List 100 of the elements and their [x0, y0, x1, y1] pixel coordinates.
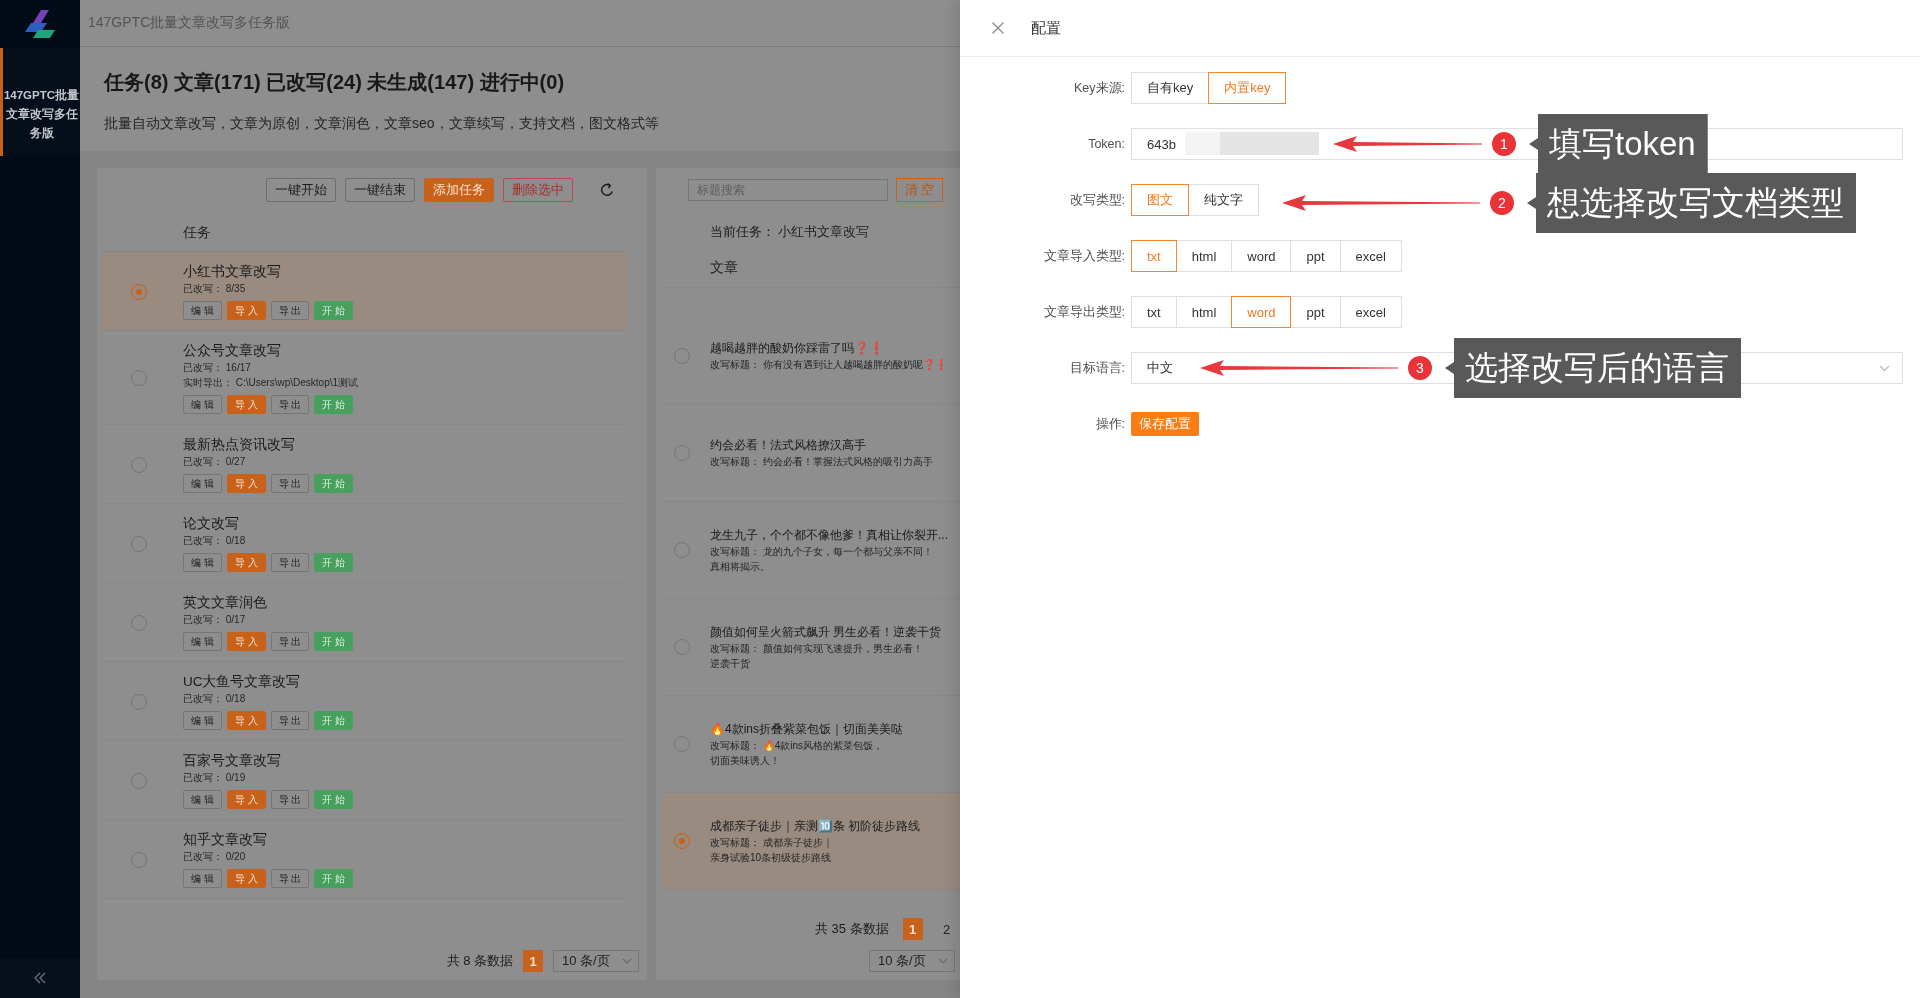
- option-button[interactable]: 内置key: [1208, 72, 1287, 104]
- option-button[interactable]: txt: [1131, 296, 1177, 328]
- rewritten-title-line: 真相将揭示。: [710, 559, 771, 574]
- toolbar-button[interactable]: 一键结束: [345, 178, 415, 202]
- action-button[interactable]: 编 辑: [183, 301, 222, 320]
- task-progress: 已改写： 0/19: [183, 771, 247, 785]
- column-header: 文章: [710, 259, 738, 277]
- option-button[interactable]: 自有key: [1131, 72, 1210, 104]
- radio-button[interactable]: [131, 693, 147, 710]
- radio-button[interactable]: [674, 736, 690, 752]
- action-button[interactable]: 导 出: [270, 632, 310, 651]
- action-button[interactable]: 编 辑: [183, 474, 222, 493]
- task-name: 英文文章润色: [183, 594, 268, 612]
- action-button[interactable]: 编 辑: [183, 632, 222, 651]
- action-button[interactable]: 导 出: [270, 301, 310, 320]
- radio-button[interactable]: [131, 772, 147, 789]
- collapse-button[interactable]: [0, 958, 80, 998]
- radio-button[interactable]: [131, 283, 147, 300]
- action-button[interactable]: 开 始: [314, 869, 354, 888]
- toolbar-button[interactable]: 一键开始: [266, 178, 336, 202]
- action-button[interactable]: 开 始: [314, 474, 354, 493]
- task-row[interactable]: 知乎文章改写 已改写： 0/20 编 辑 导 入 导 出 开 始: [102, 820, 627, 899]
- option-button[interactable]: word: [1231, 240, 1292, 272]
- action-button[interactable]: 导 入: [226, 474, 266, 493]
- radio-button[interactable]: [131, 614, 147, 631]
- action-button[interactable]: 导 入: [226, 632, 266, 651]
- option-button[interactable]: excel: [1339, 240, 1402, 272]
- radio-button[interactable]: [674, 639, 690, 655]
- action-button[interactable]: 导 出: [270, 869, 310, 888]
- sidebar-item[interactable]: 147GPTC批量文章改写多任务版: [0, 48, 80, 156]
- step-number-badge: 2: [1490, 191, 1514, 215]
- article-title: 越喝越胖的酸奶你踩雷了吗❓❗: [710, 340, 885, 357]
- article-row[interactable]: 成都亲子徒步｜亲测🔟条 初阶徒步路线 改写标题： 成都亲子徒步｜ 亲身试验10条初级徒步路线: [662, 793, 960, 890]
- action-button[interactable]: 开 始: [314, 790, 354, 809]
- task-row[interactable]: 百家号文章改写 已改写： 0/19 编 辑 导 入 导 出 开 始: [102, 741, 627, 820]
- field-label: 文章导入类型:: [1042, 247, 1126, 265]
- logo-icon: [23, 9, 57, 39]
- field-label: 目标语言:: [1068, 359, 1126, 377]
- radio-button[interactable]: [674, 445, 690, 461]
- action-button[interactable]: 导 入: [226, 395, 266, 414]
- action-button[interactable]: 开 始: [314, 395, 354, 414]
- save-button[interactable]: 保存配置: [1131, 412, 1199, 436]
- action-button[interactable]: 导 出: [270, 395, 310, 414]
- action-button[interactable]: 开 始: [314, 553, 354, 572]
- radio-button[interactable]: [131, 456, 147, 473]
- action-button[interactable]: 编 辑: [183, 553, 222, 572]
- task-progress: 已改写： 0/18: [183, 534, 247, 548]
- task-row[interactable]: 公众号文章改写 已改写： 16/17 实时导出： C:\Users\wp\Desktop\1测试 编 辑 导 入 导 出 开 始: [102, 331, 627, 425]
- task-progress: 已改写： 0/18: [183, 692, 247, 706]
- option-button[interactable]: html: [1175, 296, 1233, 328]
- task-row[interactable]: 小红书文章改写 已改写： 8/35 编 辑 导 入 导 出 开 始: [102, 252, 627, 331]
- toolbar-button[interactable]: 添加任务: [424, 178, 494, 202]
- option-button[interactable]: txt: [1131, 240, 1177, 272]
- action-button[interactable]: 导 入: [226, 790, 266, 809]
- export-path: 实时导出： C:\Users\wp\Desktop\1测试: [183, 376, 359, 390]
- refresh-icon[interactable]: [599, 182, 615, 198]
- action-button[interactable]: 导 入: [226, 301, 266, 320]
- page-size-select[interactable]: 10 条/页: [869, 950, 955, 972]
- close-icon[interactable]: [992, 22, 1004, 34]
- action-button[interactable]: 导 入: [226, 553, 266, 572]
- option-button[interactable]: word: [1231, 296, 1292, 328]
- radio-button[interactable]: [674, 348, 690, 364]
- task-row[interactable]: 英文文章润色 已改写： 0/17 编 辑 导 入 导 出 开 始: [102, 583, 627, 662]
- page-size-select[interactable]: 10 条/页: [553, 950, 639, 972]
- action-button[interactable]: 导 出: [270, 474, 310, 493]
- option-button[interactable]: 图文: [1131, 184, 1189, 216]
- action-button[interactable]: 导 出: [270, 790, 310, 809]
- radio-button[interactable]: [131, 370, 147, 386]
- option-button[interactable]: html: [1175, 240, 1233, 272]
- field-label: Key来源:: [1073, 79, 1126, 97]
- radio-button[interactable]: [131, 851, 147, 868]
- action-button[interactable]: 编 辑: [183, 869, 222, 888]
- task-progress: 已改写： 16/17: [183, 361, 252, 375]
- task-row[interactable]: UC大鱼号文章改写 已改写： 0/18 编 辑 导 入 导 出 开 始: [102, 662, 627, 741]
- action-button[interactable]: 编 辑: [183, 711, 222, 730]
- option-button[interactable]: ppt: [1290, 296, 1341, 328]
- radio-button[interactable]: [674, 542, 690, 558]
- action-button[interactable]: 编 辑: [183, 790, 222, 809]
- option-button[interactable]: excel: [1339, 296, 1402, 328]
- task-name: 百家号文章改写: [183, 752, 282, 770]
- radio-button[interactable]: [131, 535, 147, 552]
- radio-button[interactable]: [674, 833, 690, 849]
- task-row[interactable]: 论文改写 已改写： 0/18 编 辑 导 入 导 出 开 始: [102, 504, 627, 583]
- field-label: 操作:: [1094, 415, 1126, 433]
- task-row[interactable]: 最新热点资讯改写 已改写： 0/27 编 辑 导 入 导 出 开 始: [102, 425, 627, 504]
- option-button[interactable]: ppt: [1290, 240, 1341, 272]
- option-button[interactable]: 纯文字: [1188, 184, 1259, 216]
- action-button[interactable]: 导 入: [226, 869, 266, 888]
- page-button[interactable]: 2: [936, 918, 957, 940]
- task-name: 小红书文章改写: [183, 263, 282, 281]
- action-button[interactable]: 导 出: [270, 553, 310, 572]
- action-button[interactable]: 开 始: [314, 632, 354, 651]
- rewritten-title-line: 切面美味诱人！: [710, 753, 781, 768]
- action-button[interactable]: 编 辑: [183, 395, 222, 414]
- action-button[interactable]: 导 出: [270, 711, 310, 730]
- action-button[interactable]: 开 始: [314, 711, 354, 730]
- action-button[interactable]: 开 始: [314, 301, 354, 320]
- action-button[interactable]: 导 入: [226, 711, 266, 730]
- page-button[interactable]: 1: [902, 918, 923, 940]
- page-button[interactable]: 1: [523, 950, 543, 972]
